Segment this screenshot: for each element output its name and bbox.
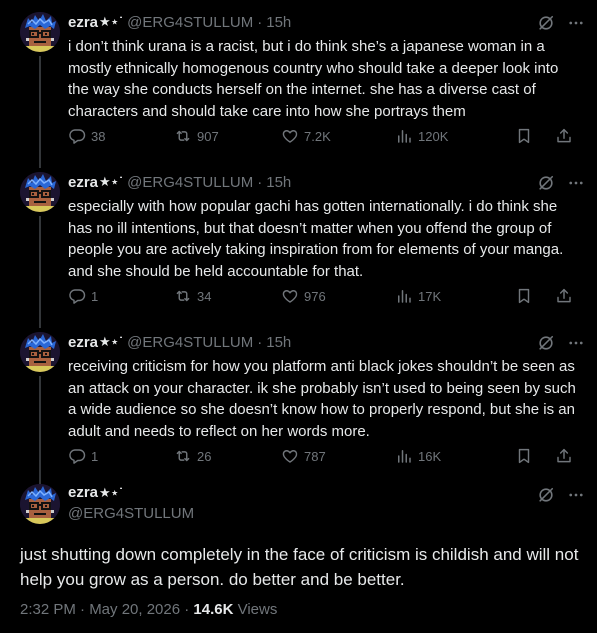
more-dots-icon[interactable] xyxy=(565,484,587,506)
share-button[interactable] xyxy=(555,447,573,465)
views-count: 120K xyxy=(418,128,449,144)
reply-count: 1 xyxy=(91,288,99,304)
author-name[interactable]: ezra xyxy=(68,484,98,501)
views-chart-icon xyxy=(395,127,413,145)
avatar[interactable] xyxy=(20,12,60,52)
heart-icon xyxy=(281,127,299,145)
like-button[interactable]: 976 xyxy=(281,287,395,305)
author-name-emoji: ★⋆˙ xyxy=(99,334,124,349)
reply-button[interactable]: 38 xyxy=(68,127,174,145)
retweet-button[interactable]: 34 xyxy=(174,287,281,305)
tweet-text: receiving criticism for how you platform… xyxy=(68,358,576,440)
tweet[interactable]: ezra ★⋆˙ @ERG4STULLUM · 15h i don’t thin… xyxy=(0,0,597,160)
tweet-actions: 38 907 7.2K 120K xyxy=(68,126,588,146)
grok-icon[interactable] xyxy=(535,332,557,354)
bookmark-button[interactable] xyxy=(515,287,533,305)
like-count: 787 xyxy=(304,448,326,464)
tweet-header: ezra ★⋆˙ @ERG4STULLUM · 15h xyxy=(68,12,291,32)
retweet-button[interactable]: 907 xyxy=(174,127,281,145)
separator-dot: · xyxy=(257,333,263,351)
retweet-icon xyxy=(174,127,192,145)
grok-icon[interactable] xyxy=(535,12,557,34)
more-dots-icon[interactable] xyxy=(565,172,587,194)
grok-icon[interactable] xyxy=(535,484,557,506)
views-chart-icon xyxy=(395,287,413,305)
tweet-actions: 1 34 976 17K xyxy=(68,286,588,306)
author-handle[interactable]: @ERG4STULLUM xyxy=(68,505,194,522)
retweet-icon xyxy=(174,447,192,465)
separator-dot: · xyxy=(257,173,263,191)
heart-icon xyxy=(281,447,299,465)
author-name-emoji: ★⋆˙ xyxy=(99,174,124,189)
reply-icon xyxy=(68,287,86,305)
author-name[interactable]: ezra xyxy=(68,334,98,351)
reply-icon xyxy=(68,127,86,145)
tweet-time[interactable]: 15h xyxy=(266,14,291,31)
tweet-time[interactable]: 15h xyxy=(266,174,291,191)
share-button[interactable] xyxy=(555,287,573,305)
more-dots-icon[interactable] xyxy=(565,12,587,34)
share-icon xyxy=(555,447,573,465)
bookmark-icon xyxy=(515,447,533,465)
author-name-emoji: ★⋆˙ xyxy=(99,485,124,500)
tweet-text: especially with how popular gachi has go… xyxy=(68,198,564,280)
author-handle[interactable]: @ERG4STULLUM xyxy=(127,334,253,351)
views-chart-icon xyxy=(395,447,413,465)
share-button[interactable] xyxy=(555,127,573,145)
separator-dot: · xyxy=(257,13,263,31)
tweet[interactable]: ezra ★⋆˙ @ERG4STULLUM · 15h especially w… xyxy=(0,160,597,320)
like-count: 976 xyxy=(304,288,326,304)
more-dots-icon[interactable] xyxy=(565,332,587,354)
like-button[interactable]: 787 xyxy=(281,447,395,465)
retweet-icon xyxy=(174,287,192,305)
tweet-timestamp[interactable]: 2:32 PM · May 20, 2026 · xyxy=(20,601,193,618)
tweet-header: ezra ★⋆˙ @ERG4STULLUM · 15h xyxy=(68,172,291,192)
avatar[interactable] xyxy=(20,484,60,524)
tweet-text: i don’t think urana is a racist, but i d… xyxy=(68,38,559,120)
focused-tweet: ezra★⋆˙ @ERG4STULLUM just shutting down … xyxy=(0,480,597,633)
tweet-actions: 1 26 787 16K xyxy=(68,446,588,466)
views-count: 16K xyxy=(418,448,442,464)
views-count: 17K xyxy=(418,288,442,304)
reply-count: 1 xyxy=(91,448,99,464)
retweet-count: 26 xyxy=(197,448,212,464)
avatar[interactable] xyxy=(20,332,60,372)
avatar[interactable] xyxy=(20,172,60,212)
views-count: 14.6K xyxy=(193,601,234,618)
tweet-thread: ezra ★⋆˙ @ERG4STULLUM · 15h i don’t thin… xyxy=(0,0,597,633)
views-button[interactable]: 16K xyxy=(395,447,515,465)
share-icon xyxy=(555,127,573,145)
bookmark-icon xyxy=(515,127,533,145)
author-name[interactable]: ezra xyxy=(68,174,98,191)
views-label: Views xyxy=(233,601,278,618)
like-count: 7.2K xyxy=(304,128,331,144)
reply-button[interactable]: 1 xyxy=(68,447,174,465)
views-button[interactable]: 120K xyxy=(395,127,515,145)
retweet-count: 34 xyxy=(197,288,212,304)
retweet-button[interactable]: 26 xyxy=(174,447,281,465)
retweet-count: 907 xyxy=(197,128,219,144)
author-handle[interactable]: @ERG4STULLUM xyxy=(127,174,253,191)
tweet-header: ezra★⋆˙ xyxy=(68,484,123,501)
author-name[interactable]: ezra xyxy=(68,14,98,31)
author-handle[interactable]: @ERG4STULLUM xyxy=(127,14,253,31)
author-name-emoji: ★⋆˙ xyxy=(99,14,124,29)
reply-icon xyxy=(68,447,86,465)
tweet[interactable]: ezra ★⋆˙ @ERG4STULLUM · 15h receiving cr… xyxy=(0,320,597,480)
tweet-header: ezra ★⋆˙ @ERG4STULLUM · 15h xyxy=(68,332,291,352)
views-button[interactable]: 17K xyxy=(395,287,515,305)
grok-icon[interactable] xyxy=(535,172,557,194)
reply-count: 38 xyxy=(91,128,106,144)
share-icon xyxy=(555,287,573,305)
bookmark-button[interactable] xyxy=(515,447,533,465)
reply-button[interactable]: 1 xyxy=(68,287,174,305)
heart-icon xyxy=(281,287,299,305)
tweet-text: just shutting down completely in the fac… xyxy=(20,545,579,589)
tweet-time[interactable]: 15h xyxy=(266,334,291,351)
bookmark-icon xyxy=(515,287,533,305)
tweet-meta: 2:32 PM · May 20, 2026 · 14.6K Views xyxy=(20,601,277,618)
like-button[interactable]: 7.2K xyxy=(281,127,395,145)
bookmark-button[interactable] xyxy=(515,127,533,145)
